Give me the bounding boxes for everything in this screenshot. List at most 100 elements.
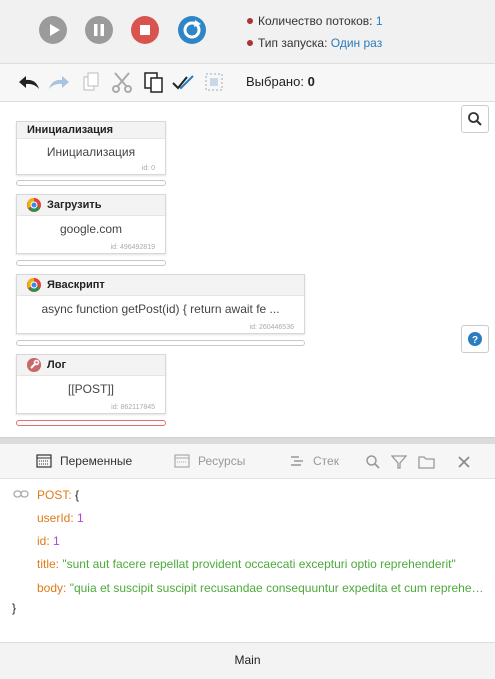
block-id: id: 862117845 xyxy=(111,404,155,411)
selected-count: Выбрано: 0 xyxy=(246,74,315,89)
search-button[interactable] xyxy=(365,454,381,470)
restart-button[interactable] xyxy=(178,16,206,44)
block-load[interactable]: Загрузить google.com id: 496492819 xyxy=(16,194,166,254)
select-all-button[interactable] xyxy=(172,71,194,93)
selection-box-icon xyxy=(205,73,223,91)
block-title: Инициализация xyxy=(17,122,165,139)
tab-stack[interactable]: Стек xyxy=(291,454,339,468)
block-body: Инициализация xyxy=(46,145,136,159)
filter-icon xyxy=(390,455,408,469)
json-key: POST: xyxy=(37,488,72,502)
block-log[interactable]: Лог [[POST]] id: 862117845 xyxy=(16,354,166,414)
svg-text:?: ? xyxy=(472,335,478,346)
block-id: id: 0 xyxy=(141,165,155,172)
bullet-icon xyxy=(247,39,253,46)
block-title: Лог xyxy=(47,359,67,371)
block-header: Яваскрипт xyxy=(17,275,304,296)
double-check-icon xyxy=(172,75,194,90)
bullet-icon xyxy=(247,17,253,24)
stop-icon xyxy=(140,25,150,35)
copy-icon xyxy=(83,72,99,91)
json-key: title: xyxy=(37,557,60,571)
json-key: userId: xyxy=(37,511,74,525)
json-root-line[interactable]: POST: { xyxy=(37,488,79,502)
block-connector[interactable] xyxy=(16,260,166,266)
undo-icon xyxy=(19,76,39,89)
folder-icon xyxy=(418,456,435,469)
block-body: google.com xyxy=(59,222,123,236)
resources-icon xyxy=(174,454,190,468)
block-title: Загрузить xyxy=(47,199,102,211)
play-icon xyxy=(50,24,60,36)
stop-button[interactable] xyxy=(131,16,159,44)
folder-button[interactable] xyxy=(418,454,435,470)
block-javascript[interactable]: Яваскрипт async function getPost(id) { r… xyxy=(16,274,305,334)
thread-tab-main[interactable]: Main xyxy=(0,642,495,679)
scissors-icon xyxy=(112,72,132,93)
search-button[interactable] xyxy=(461,105,489,133)
paste-icon xyxy=(144,72,163,93)
cut-button[interactable] xyxy=(111,71,133,93)
search-icon xyxy=(468,112,482,126)
edit-toolbar: Выбрано: 0 xyxy=(0,64,495,102)
block-id: id: 260446536 xyxy=(249,324,294,331)
block-initialization[interactable]: Инициализация Инициализация id: 0 xyxy=(16,121,166,175)
json-field[interactable]: body: "quia et suscipit suscipit recusan… xyxy=(37,581,482,595)
pause-button[interactable] xyxy=(85,16,113,44)
block-connector-active[interactable] xyxy=(16,420,166,426)
block-connector[interactable] xyxy=(16,180,166,186)
selected-value: 0 xyxy=(307,74,315,89)
wrench-icon xyxy=(27,358,41,372)
link-icon[interactable] xyxy=(13,489,29,499)
filter-button[interactable] xyxy=(390,454,408,470)
help-icon: ? xyxy=(468,332,482,346)
reload-icon xyxy=(183,20,201,39)
threads-label: Количество потоков: xyxy=(258,14,373,28)
search-icon xyxy=(366,455,380,469)
block-connector[interactable] xyxy=(16,340,305,346)
workflow-canvas[interactable]: ? Инициализация Инициализация id: 0 Загр… xyxy=(0,102,495,437)
launch-label: Тип запуска: xyxy=(258,36,328,50)
variables-viewer: POST: { userId: 1 id: 1 title: "sunt aut… xyxy=(0,479,495,642)
undo-button[interactable] xyxy=(16,71,39,93)
selected-label: Выбрано: xyxy=(246,74,304,89)
json-field[interactable]: id: 1 xyxy=(37,534,60,548)
copy-button[interactable] xyxy=(81,71,103,93)
json-key: body: xyxy=(37,581,67,595)
tab-label: Ресурсы xyxy=(198,454,246,468)
json-value: "quia et suscipit suscipit recusandae co… xyxy=(69,581,482,595)
redo-button[interactable] xyxy=(48,71,70,93)
debug-panel-tabs: Переменные Ресурсы Стек xyxy=(0,444,495,479)
json-value: 1 xyxy=(77,511,84,525)
launch-value[interactable]: Один раз xyxy=(331,36,382,50)
block-header: Лог xyxy=(17,355,165,376)
block-title: Яваскрипт xyxy=(47,279,105,291)
run-bar: Количество потоков: 1 Тип запуска: Один … xyxy=(0,0,495,64)
block-body: async function getPost(id) { return awai… xyxy=(41,302,280,316)
help-button[interactable]: ? xyxy=(461,325,489,353)
tab-variables[interactable]: Переменные xyxy=(36,454,133,468)
block-body: [[POST]] xyxy=(67,382,114,396)
threads-count: Количество потоков: 1 xyxy=(247,14,383,28)
paste-button[interactable] xyxy=(143,71,165,93)
close-panel-button[interactable] xyxy=(456,454,472,470)
panel-splitter[interactable] xyxy=(0,437,495,444)
play-button[interactable] xyxy=(39,16,67,44)
close-icon xyxy=(458,456,470,468)
json-value: 1 xyxy=(53,534,60,548)
block-id: id: 496492819 xyxy=(110,244,155,251)
json-field[interactable]: userId: 1 xyxy=(37,511,84,525)
json-close-brace: } xyxy=(12,601,17,615)
redo-icon xyxy=(49,76,69,89)
tab-label: Переменные xyxy=(60,454,133,468)
json-value: "sunt aut facere repellat provident occa… xyxy=(62,557,456,571)
selection-mode-button[interactable] xyxy=(204,71,226,93)
json-field[interactable]: title: "sunt aut facere repellat provide… xyxy=(37,557,456,571)
threads-value[interactable]: 1 xyxy=(376,14,383,28)
chrome-icon xyxy=(27,278,41,292)
stack-icon xyxy=(291,456,303,466)
chrome-icon xyxy=(27,198,41,212)
json-key: id: xyxy=(37,534,50,548)
launch-type: Тип запуска: Один раз xyxy=(247,36,382,50)
tab-resources[interactable]: Ресурсы xyxy=(174,454,246,468)
